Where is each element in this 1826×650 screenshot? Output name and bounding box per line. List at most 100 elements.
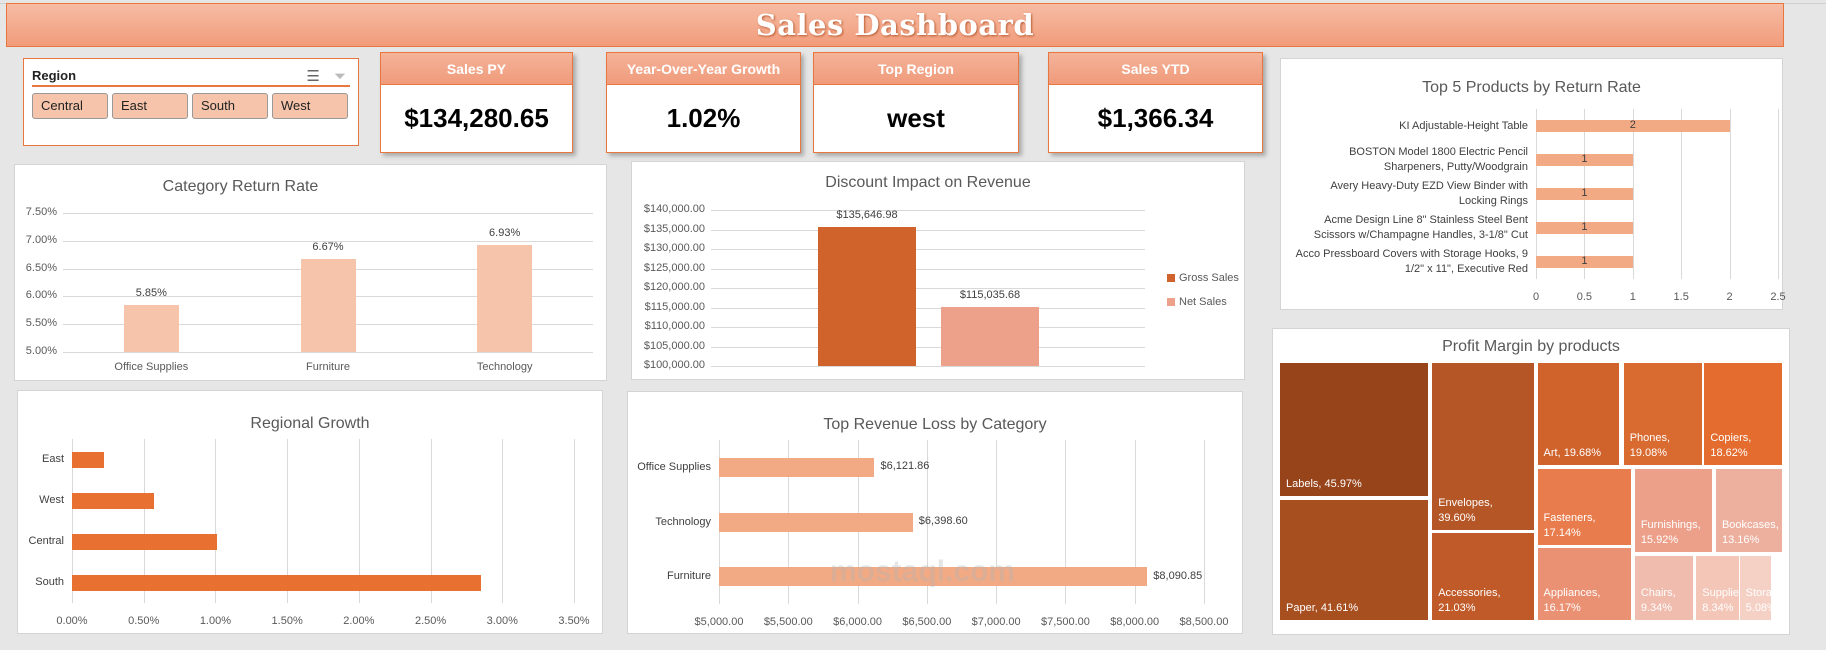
chart-title: Profit Margin by products	[1442, 338, 1620, 355]
plot-area: 0.00% 0.50% 1.00% 1.50% 2.00% 2.50% 3.00% 3.50%…	[29, 439, 590, 627]
y-tick-label: $100,000.00	[643, 359, 705, 371]
kpi-label: Year-Over-Year Growth	[607, 53, 800, 85]
bar	[72, 492, 154, 509]
gridline	[711, 327, 1145, 328]
data-label: $6,121.86	[880, 460, 930, 473]
bar	[123, 304, 179, 352]
x-tick-label: $8,500.00	[1179, 616, 1229, 628]
revenue-loss-chart[interactable]: Top Revenue Loss by Category $5,000.00 $5…	[627, 391, 1243, 634]
treemap-tile-accessories[interactable]: Accessories, 21.03%	[1431, 532, 1536, 621]
category-return-rate-chart[interactable]: Category Return Rate 5.00% 5.50% 6.00% 6.50…	[14, 164, 607, 381]
kpi-label: Top Region	[814, 53, 1018, 85]
profit-margin-treemap[interactable]: Profit Margin by products Labels, 45.97%…	[1272, 328, 1790, 635]
y-tick-label: 6.50%	[25, 261, 57, 274]
treemap-tile-fasteners[interactable]: Fasteners, 17.14%	[1536, 467, 1632, 546]
data-label: $6,398.60	[918, 515, 968, 527]
category-label: Acco Pressboard Covers with Storage Hook…	[1295, 248, 1528, 275]
x-tick-label: Furniture	[305, 361, 351, 373]
kpi-label: Sales YTD	[1049, 53, 1262, 85]
legend-swatch	[1167, 298, 1175, 306]
x-tick-label: 0.00%	[56, 615, 88, 627]
chart-title: Discount Impact on Revenue	[825, 174, 1031, 191]
x-tick-label: $6,500.00	[902, 616, 952, 628]
top5-products-return-chart[interactable]: Top 5 Products by Return Rate 0 0.5 1 1.5 2 2…	[1280, 58, 1786, 310]
kpi-sales-ytd: Sales YTD $1,366.34	[1048, 52, 1263, 153]
y-tick-label: $130,000.00	[643, 242, 705, 254]
x-tick-label: 0.50%	[128, 615, 160, 627]
slicer-item-east[interactable]: East	[112, 93, 188, 119]
gridline	[63, 213, 593, 214]
y-tick-label: $135,000.00	[643, 222, 705, 235]
legend-label: Gross Sales	[1179, 272, 1239, 284]
category-label: West	[39, 494, 64, 506]
kpi-sales-py: Sales PY $134,280.65	[380, 52, 573, 153]
kpi-value: 1.02%	[666, 103, 741, 133]
treemap-tile-art[interactable]: Art, 19.68%	[1536, 362, 1620, 466]
chart-title: Category Return Rate	[162, 178, 319, 195]
x-tick-label: $8,000.00	[1110, 616, 1160, 628]
treemap-area: Labels, 45.97% Paper, 41.61% Envelopes, 39…	[1279, 362, 1787, 621]
gridline	[1778, 109, 1779, 279]
gridline	[711, 249, 1145, 250]
chart-title: Top Revenue Loss by Category	[823, 416, 1047, 433]
gridline	[1204, 440, 1205, 604]
treemap-tile-furnishings[interactable]: Furnishings, 15.92%	[1633, 467, 1714, 553]
y-tick-label: 6.00%	[25, 289, 57, 302]
gridline	[63, 352, 593, 353]
category-label: Furniture	[666, 570, 711, 583]
kpi-value: $134,280.65	[404, 103, 549, 133]
gridline	[711, 307, 1145, 309]
discount-impact-chart[interactable]: Discount Impact on Revenue $100,000.00 $1…	[631, 161, 1245, 380]
region-slicer[interactable]: Region ☰ ⏷ Central East South West	[23, 58, 359, 146]
y-tick-label: $140,000.00	[643, 203, 705, 215]
y-tick-label: 5.50%	[25, 317, 57, 330]
plot-area: 0 0.5 1 1.5 2 2.5 KI Adjustable-Height Table 2 B…	[1296, 109, 1786, 303]
treemap-tile-storage[interactable]: Storage, 5.08%	[1738, 554, 1787, 621]
bar	[72, 574, 481, 591]
y-tick-label: $115,000.00	[644, 300, 705, 313]
y-tick-label: $120,000.00	[643, 281, 705, 293]
x-tick-label: 3.50%	[558, 615, 590, 627]
gridline	[711, 288, 1145, 289]
legend-label: Net Sales	[1179, 296, 1227, 308]
x-tick-label: 1.00%	[199, 615, 232, 627]
bar	[477, 244, 533, 352]
treemap-tile-envelopes[interactable]: Envelopes, 39.60%	[1431, 362, 1536, 532]
chart-title: Top 5 Products by Return Rate	[1422, 79, 1641, 96]
regional-growth-chart[interactable]: Regional Growth 0.00% 0.50% 1.00% 1.50% 2.00…	[17, 390, 603, 634]
gridline	[711, 346, 1145, 348]
data-label: 1	[1581, 255, 1588, 267]
gridline	[711, 366, 1145, 367]
bar	[719, 457, 875, 477]
plot-area: 5.00% 5.50% 6.00% 6.50% 7.00% 7.50% 5.85% Offic…	[26, 206, 593, 373]
clear-filter-icon[interactable]: ⏷	[334, 68, 346, 85]
treemap-tile-appliances[interactable]: Appliances, 16.17%	[1536, 547, 1632, 621]
kpi-value: $1,366.34	[1097, 103, 1214, 133]
category-label: South	[35, 576, 64, 588]
treemap-tile-labels[interactable]: Labels, 45.97%	[1279, 362, 1430, 498]
legend-item-gross: Gross Sales	[1167, 272, 1239, 284]
treemap-tile-paper[interactable]: Paper, 41.61%	[1279, 499, 1430, 621]
slicer-item-west[interactable]: West	[272, 93, 348, 119]
legend-item-net: Net Sales	[1167, 296, 1239, 308]
bar	[941, 307, 1039, 366]
gridline	[502, 439, 504, 603]
x-tick-label: 1.50%	[271, 615, 303, 627]
treemap-tile-phones[interactable]: Phones, 19.08%	[1622, 362, 1703, 466]
category-label: BOSTON Model 1800 Electric Pencil Sharpe…	[1349, 146, 1528, 173]
category-label: East	[41, 453, 64, 465]
category-label: Avery Heavy-Duty EZD View Binder with Lo…	[1330, 180, 1528, 207]
x-tick-label: 2.50%	[414, 615, 447, 627]
slicer-item-south[interactable]: South	[192, 93, 268, 119]
slicer-item-central[interactable]: Central	[32, 93, 108, 119]
treemap-tile-copiers[interactable]: Copiers, 18.62%	[1703, 362, 1783, 466]
treemap-tile-chairs[interactable]: Chairs, 9.34%	[1633, 554, 1694, 621]
multi-select-icon[interactable]: ☰	[306, 68, 319, 85]
treemap-tile-bookcases[interactable]: Bookcases, 13.16%	[1714, 467, 1783, 553]
category-label: KI Adjustable-Height Table	[1399, 119, 1528, 132]
kpi-yoy-growth: Year-Over-Year Growth 1.02%	[606, 52, 801, 153]
x-tick-label: Office Supplies	[114, 361, 189, 373]
data-label: 2	[1629, 119, 1636, 131]
data-label: 1	[1581, 153, 1588, 165]
category-label: Central	[28, 535, 64, 547]
